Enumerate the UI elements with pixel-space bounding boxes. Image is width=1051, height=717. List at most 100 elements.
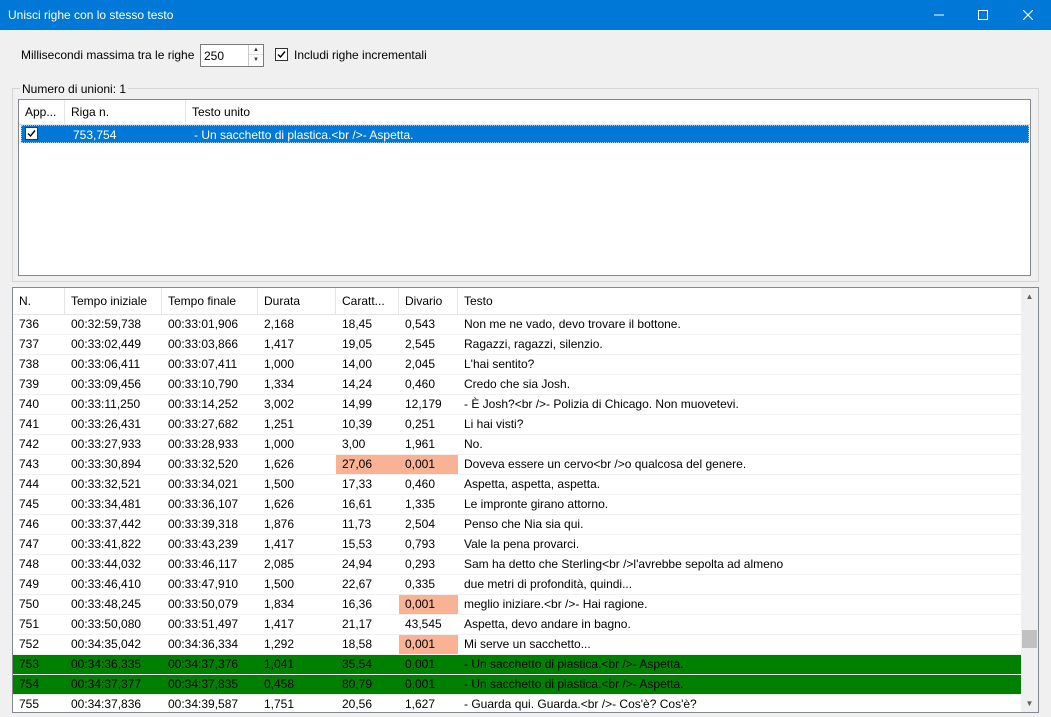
cell-start-time: 00:33:26,431 — [71, 417, 142, 431]
scroll-down-icon[interactable]: ▼ — [1021, 695, 1038, 712]
cell-start-time: 00:33:48,245 — [71, 597, 142, 611]
cell-duration: 1,000 — [264, 357, 295, 371]
subtitle-row[interactable]: 755 00:34:37,836 00:34:39,587 1,751 20,56 1,6… — [13, 695, 1022, 712]
cell-duration: 1,500 — [264, 477, 295, 491]
subtitle-row[interactable]: 754 00:34:37,377 00:34:37,835 0,458 80,79 0,0… — [13, 675, 1022, 695]
cell-end-time: 00:34:37,835 — [168, 677, 239, 691]
subtitle-row[interactable]: 741 00:33:26,431 00:33:27,682 1,251 10,39 0,2… — [13, 415, 1022, 435]
cell-start-time: 00:33:11,250 — [71, 397, 141, 411]
subtitle-row[interactable]: 738 00:33:06,411 00:33:07,411 1,000 14,00 2,0… — [13, 355, 1022, 375]
cell-gap: 43,545 — [405, 617, 442, 631]
cell-gap: 0,251 — [405, 417, 436, 431]
merges-list[interactable]: App... Riga n. Testo unito 753,754 - Un … — [18, 99, 1031, 276]
col-cps[interactable]: Caratt... — [336, 288, 399, 315]
subtitle-row[interactable]: 736 00:32:59,738 00:33:01,906 2,168 18,45 0,5… — [13, 315, 1022, 335]
cell-end-time: 00:33:27,682 — [168, 417, 239, 431]
merge-line-numbers: 753,754 — [73, 128, 117, 142]
cell-duration: 3,002 — [264, 397, 295, 411]
cell-gap: 0,793 — [405, 537, 436, 551]
cell-duration: 1,876 — [264, 517, 295, 531]
subtitle-row[interactable]: 743 00:33:30,894 00:33:32,520 1,626 27,06 0,0… — [13, 455, 1022, 475]
cell-cps: 22,67 — [342, 577, 373, 591]
cell-duration: 1,041 — [264, 657, 295, 671]
cell-text: Vale la pena provarci. — [464, 537, 580, 551]
cell-start-time: 00:33:27,933 — [71, 437, 142, 451]
cell-gap: 0,001 — [405, 677, 436, 691]
subtitle-row[interactable]: 753 00:34:36,335 00:34:37,376 1,041 35,54 0,0… — [13, 655, 1022, 675]
cell-end-time: 00:33:07,411 — [168, 357, 238, 371]
col-start-time[interactable]: Tempo iniziale — [65, 288, 162, 315]
cell-cps: 27,06 — [336, 455, 399, 474]
cell-start-time: 00:33:46,410 — [71, 577, 142, 591]
cell-duration: 1,500 — [264, 577, 295, 591]
col-apply[interactable]: App... — [19, 100, 65, 125]
subtitle-row[interactable]: 739 00:33:09,456 00:33:10,790 1,334 14,24 0,4… — [13, 375, 1022, 395]
col-gap[interactable]: Divario — [399, 288, 458, 315]
cell-duration: 1,834 — [264, 597, 295, 611]
include-incremental-checkbox[interactable] — [275, 48, 288, 61]
cell-text: Mi serve un sacchetto... — [464, 637, 591, 651]
cell-duration: 1,000 — [264, 437, 295, 451]
cell-text: Aspetta, devo andare in bagno. — [464, 617, 631, 631]
col-number[interactable]: N. — [13, 288, 65, 315]
col-duration[interactable]: Durata — [258, 288, 336, 315]
cell-cps: 80,79 — [342, 677, 373, 691]
cell-text: L'hai sentito? — [464, 357, 535, 371]
merge-apply-checkbox[interactable] — [25, 127, 38, 140]
cell-text: - Un sacchetto di plastica.<br />- Aspet… — [464, 657, 684, 671]
cell-gap: 0,001 — [399, 635, 458, 654]
maximize-icon[interactable] — [960, 0, 1006, 30]
subtitle-row[interactable]: 744 00:33:32,521 00:33:34,021 1,500 17,33 0,4… — [13, 475, 1022, 495]
subtitle-row[interactable]: 737 00:33:02,449 00:33:03,866 1,417 19,05 2,5… — [13, 335, 1022, 355]
subtitles-list-header: N. Tempo iniziale Tempo finale Durata Ca… — [13, 288, 1038, 315]
minimize-icon[interactable] — [916, 0, 962, 30]
max-ms-stepper[interactable]: 250 ▲ ▼ — [200, 44, 264, 67]
cell-end-time: 00:34:37,376 — [168, 657, 239, 671]
cell-text: - Un sacchetto di plastica.<br />- Aspet… — [464, 677, 684, 691]
stepper-arrows[interactable]: ▲ ▼ — [248, 45, 263, 66]
subtitle-row[interactable]: 748 00:33:44,032 00:33:46,117 2,085 24,94 0,2… — [13, 555, 1022, 575]
max-ms-value[interactable]: 250 — [204, 49, 224, 63]
cell-start-time: 00:33:06,411 — [71, 357, 141, 371]
cell-start-time: 00:33:44,032 — [71, 557, 142, 571]
subtitle-row[interactable]: 745 00:33:34,481 00:33:36,107 1,626 16,61 1,3… — [13, 495, 1022, 515]
cell-number: 741 — [19, 417, 40, 431]
cell-start-time: 00:34:37,377 — [71, 677, 142, 691]
subtitles-list[interactable]: N. Tempo iniziale Tempo finale Durata Ca… — [12, 287, 1039, 713]
cell-text: Non me ne vado, devo trovare il bottone. — [464, 317, 681, 331]
subtitle-row[interactable]: 740 00:33:11,250 00:33:14,252 3,002 14,99 12,… — [13, 395, 1022, 415]
cell-end-time: 00:33:03,866 — [168, 337, 239, 351]
cell-number: 744 — [19, 477, 40, 491]
subtitle-row[interactable]: 750 00:33:48,245 00:33:50,079 1,834 16,36 0,0… — [13, 595, 1022, 615]
cell-gap: 2,504 — [405, 517, 436, 531]
cell-end-time: 00:33:34,021 — [168, 477, 239, 491]
stepper-up-icon[interactable]: ▲ — [249, 45, 263, 55]
cell-number: 753 — [19, 657, 40, 671]
subtitle-row[interactable]: 747 00:33:41,822 00:33:43,239 1,417 15,53 0,7… — [13, 535, 1022, 555]
col-end-time[interactable]: Tempo finale — [162, 288, 258, 315]
col-merged-text[interactable]: Testo unito — [186, 100, 1030, 125]
subtitle-row[interactable]: 752 00:34:35,042 00:34:36,334 1,292 18,58 0,0… — [13, 635, 1022, 655]
cell-number: 738 — [19, 357, 40, 371]
merge-row[interactable]: 753,754 - Un sacchetto di plastica.<br /… — [21, 125, 1029, 143]
cell-end-time: 00:33:43,239 — [168, 537, 239, 551]
cell-start-time: 00:33:30,894 — [71, 457, 142, 471]
cell-cps: 19,05 — [342, 337, 373, 351]
subtitle-row[interactable]: 749 00:33:46,410 00:33:47,910 1,500 22,67 0,3… — [13, 575, 1022, 595]
close-icon[interactable] — [1005, 0, 1051, 30]
subtitles-scrollbar[interactable]: ▲ ▼ — [1021, 288, 1038, 712]
cell-text: - È Josh?<br />- Polizia di Chicago. Non… — [464, 397, 739, 411]
cell-number: 750 — [19, 597, 40, 611]
cell-cps: 3,00 — [342, 437, 366, 451]
cell-text: - Guarda qui. Guarda.<br />- Cos'è? Cos'… — [464, 697, 697, 711]
cell-number: 740 — [19, 397, 40, 411]
subtitle-row[interactable]: 751 00:33:50,080 00:33:51,497 1,417 21,17 43,… — [13, 615, 1022, 635]
scroll-up-icon[interactable]: ▲ — [1021, 288, 1038, 305]
subtitle-row[interactable]: 742 00:33:27,933 00:33:28,933 1,000 3,00 1,96… — [13, 435, 1022, 455]
col-text[interactable]: Testo — [458, 288, 1022, 315]
subtitle-row[interactable]: 746 00:33:37,442 00:33:39,318 1,876 11,73 2,5… — [13, 515, 1022, 535]
cell-text: meglio iniziare.<br />- Hai ragione. — [464, 597, 648, 611]
stepper-down-icon[interactable]: ▼ — [249, 55, 263, 65]
scroll-thumb[interactable] — [1022, 630, 1037, 648]
col-line-numbers[interactable]: Riga n. — [65, 100, 186, 125]
